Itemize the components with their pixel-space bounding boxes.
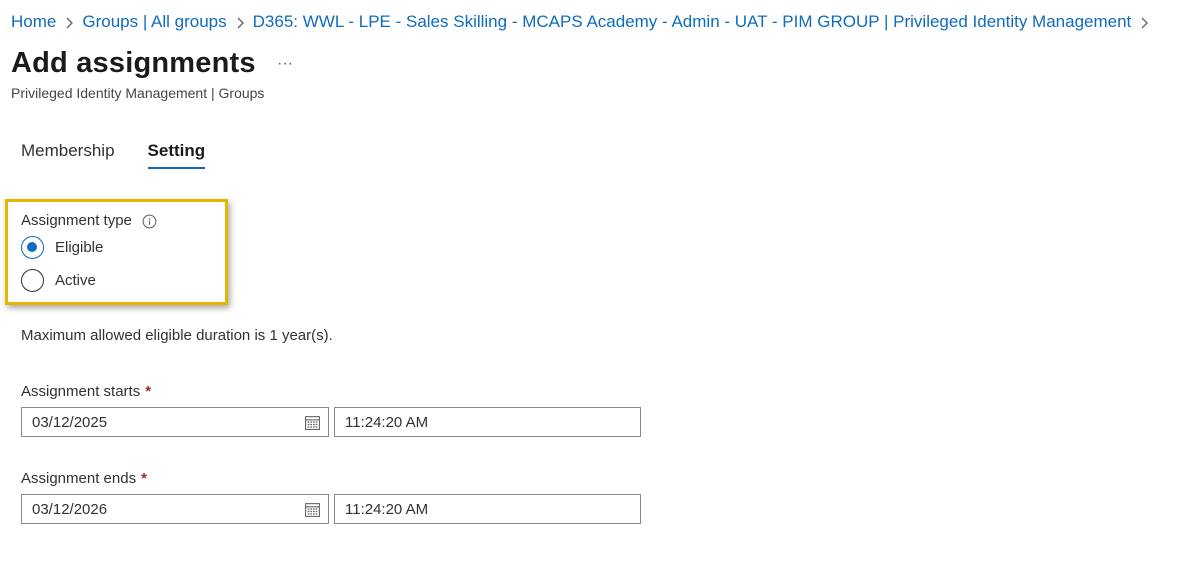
assignment-ends-label: Assignment ends * — [21, 469, 147, 489]
assignment-starts-date-input[interactable]: 03/12/2025 — [21, 407, 329, 437]
assignment-ends-time-value: 11:24:20 AM — [345, 500, 429, 518]
required-asterisk: * — [141, 470, 147, 487]
max-duration-note: Maximum allowed eligible duration is 1 y… — [21, 327, 333, 344]
page-title: Add assignments — [11, 47, 256, 79]
assignment-ends-label-text: Assignment ends — [21, 470, 137, 487]
page-subtitle: Privileged Identity Management | Groups — [11, 85, 265, 101]
radio-active-label: Active — [55, 272, 96, 289]
radio-eligible-label: Eligible — [55, 239, 104, 256]
required-asterisk: * — [145, 383, 152, 400]
radio-eligible[interactable]: Eligible — [21, 236, 103, 259]
chevron-right-icon — [1131, 11, 1157, 33]
assignment-type-label: Assignment type — [21, 211, 157, 231]
chevron-right-icon — [227, 11, 253, 33]
breadcrumb-home-link[interactable]: Home — [11, 11, 56, 33]
assignment-starts-label: Assignment starts * — [21, 382, 151, 402]
radio-active[interactable]: Active — [21, 269, 96, 292]
breadcrumb-group-link[interactable]: D365: WWL - LPE - Sales Skilling - MCAPS… — [253, 11, 1132, 33]
assignment-ends-date-input[interactable]: 03/12/2026 — [21, 494, 329, 524]
info-icon[interactable] — [142, 214, 157, 229]
assignment-ends-date-value: 03/12/2026 — [32, 500, 108, 518]
breadcrumb-groups-link[interactable]: Groups | All groups — [82, 11, 226, 33]
assignment-type-label-text: Assignment type — [21, 212, 132, 229]
calendar-icon[interactable] — [304, 501, 321, 518]
assignment-starts-time-input[interactable]: 11:24:20 AM — [334, 407, 641, 437]
tab-bar: Membership Setting — [21, 139, 238, 169]
tab-membership[interactable]: Membership — [21, 139, 115, 169]
radio-active-button[interactable] — [21, 269, 44, 292]
tab-setting[interactable]: Setting — [147, 139, 205, 169]
assignment-starts-label-text: Assignment starts — [21, 383, 141, 400]
chevron-right-icon — [56, 11, 82, 33]
assignment-ends-time-input[interactable]: 11:24:20 AM — [334, 494, 641, 524]
breadcrumb: Home Groups | All groups D365: WWL - LPE… — [11, 11, 1157, 33]
assignment-starts-date-value: 03/12/2025 — [32, 413, 108, 431]
radio-eligible-button[interactable] — [21, 236, 44, 259]
more-icon[interactable]: ··· — [271, 53, 299, 75]
calendar-icon[interactable] — [304, 414, 321, 431]
assignment-starts-time-value: 11:24:20 AM — [345, 413, 429, 431]
